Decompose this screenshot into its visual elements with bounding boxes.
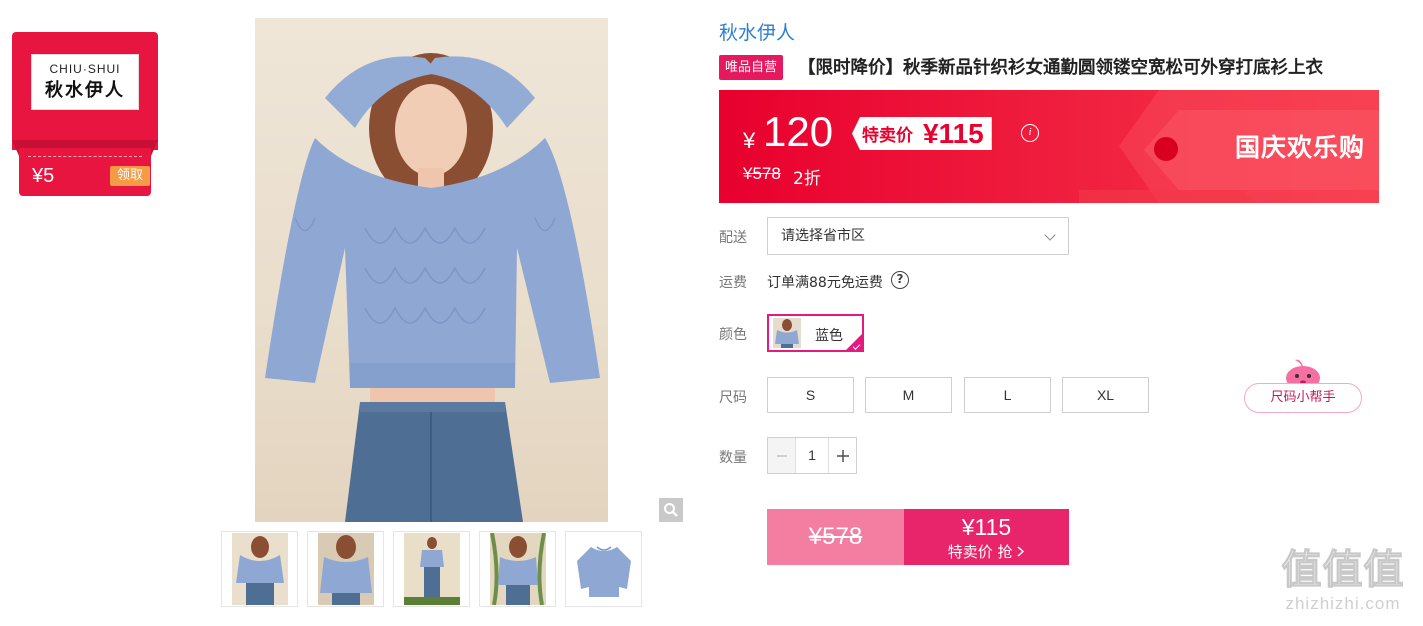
size-label: 尺码 (719, 390, 747, 406)
thumbnail-4[interactable] (479, 531, 556, 607)
chevron-down-icon (1044, 229, 1056, 241)
price-currency: ¥ (743, 128, 756, 153)
thumbnail-2[interactable] (307, 531, 384, 607)
shipping-text: 订单满88元免运费 (767, 275, 883, 291)
color-option-label: 蓝色 (815, 328, 843, 344)
price-banner: ¥ 120 特卖价 ¥115 i ¥578 2折 国庆欢乐购 (719, 90, 1379, 203)
brand-link[interactable]: 秋水伊人 (719, 18, 795, 45)
buy-price: ¥115 (961, 514, 1012, 540)
size-helper-label: 尺码小帮手 (1244, 383, 1362, 413)
size-option-s[interactable]: S (767, 377, 854, 413)
thumbnail-5[interactable] (565, 531, 642, 607)
decrement-button[interactable] (768, 438, 796, 473)
main-product-image (255, 18, 608, 522)
size-option-m[interactable]: M (865, 377, 952, 413)
chevron-right-icon (1017, 546, 1025, 557)
watermark-logo: 值值值 (1281, 547, 1405, 594)
region-select-placeholder: 请选择省市区 (781, 228, 865, 244)
current-price: 120 (763, 108, 834, 155)
buy-original-price: ¥578 (767, 509, 904, 565)
increment-button[interactable] (828, 438, 856, 473)
quantity-value[interactable]: 1 (796, 438, 828, 473)
color-swatch-image (773, 318, 801, 348)
zoom-button[interactable] (659, 498, 683, 522)
coupon-divider (28, 156, 142, 157)
plus-icon (836, 449, 849, 462)
size-option-xl[interactable]: XL (1062, 377, 1149, 413)
thumbnail-strip (221, 531, 642, 607)
magnifier-icon (664, 503, 678, 517)
product-page: CHIU·SHUI 秋水伊人 ¥5 领取 秋水伊人 唯品自营 【限时降价】秋季新… (0, 0, 1423, 626)
region-select[interactable]: 请选择省市区 (767, 217, 1069, 255)
special-price-value: ¥115 (923, 117, 984, 149)
watermark-domain: zhizhizhi.com (1285, 594, 1401, 613)
size-helper-button[interactable]: 尺码小帮手 (1244, 358, 1362, 413)
info-icon[interactable]: i (1021, 124, 1039, 142)
thumbnail-3[interactable] (393, 531, 470, 607)
discount-label: 2折 (793, 169, 821, 189)
buy-button[interactable]: ¥578 ¥115 特卖价 抢 (767, 509, 1069, 565)
color-label: 颜色 (719, 327, 747, 343)
question-icon[interactable]: ? (891, 271, 909, 289)
quantity-stepper: 1 (767, 437, 857, 474)
size-option-l[interactable]: L (964, 377, 1051, 413)
buy-special-price: ¥115 特卖价 抢 (904, 509, 1069, 565)
self-operated-badge: 唯品自营 (719, 55, 784, 80)
color-option-blue[interactable]: 蓝色 (767, 314, 864, 352)
coupon-claim-button[interactable]: 领取 (110, 166, 150, 186)
coupon-header: CHIU·SHUI 秋水伊人 (12, 32, 158, 150)
site-watermark: 值值值 zhizhizhi.com (1272, 546, 1414, 614)
coupon-card[interactable]: CHIU·SHUI 秋水伊人 ¥5 领取 (12, 32, 158, 198)
special-price-tag: 特卖价 ¥115 (852, 117, 992, 150)
shipping-label: 运费 (719, 275, 747, 291)
delivery-label: 配送 (719, 230, 747, 246)
brand-logo: CHIU·SHUI 秋水伊人 (31, 54, 139, 110)
special-price-label: 特卖价 (862, 126, 913, 146)
original-price: ¥578 (743, 164, 781, 183)
event-label: 国庆欢乐购 (1235, 133, 1366, 162)
quantity-label: 数量 (719, 450, 747, 466)
brand-logo-cn: 秋水伊人 (45, 80, 125, 101)
coupon-value: ¥5 (32, 165, 55, 187)
product-title: 【限时降价】秋季新品针织衫女通勤圆领镂空宽松可外穿打底衫上衣 (798, 58, 1323, 78)
thumbnail-1[interactable] (221, 531, 298, 607)
buy-action-label: 特卖价 抢 (947, 543, 1013, 561)
brand-logo-en: CHIU·SHUI (49, 62, 121, 76)
minus-icon (776, 454, 787, 457)
